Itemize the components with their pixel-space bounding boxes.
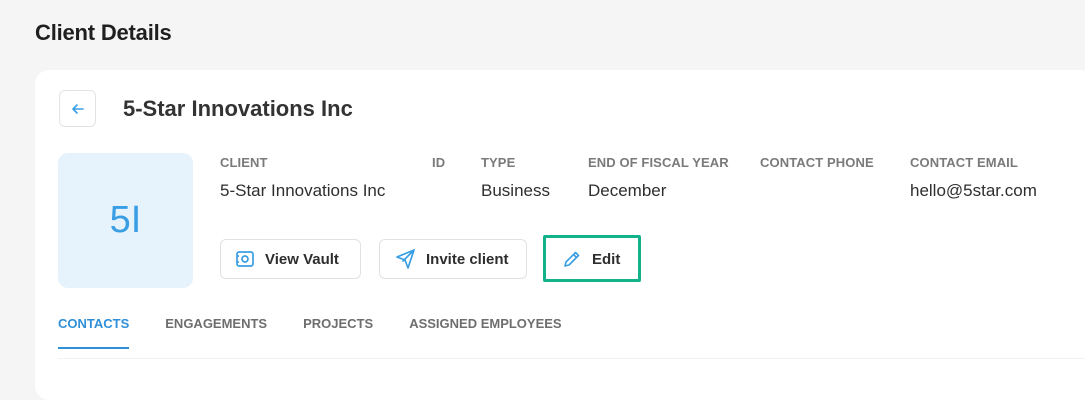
client-tabs: CONTACTS ENGAGEMENTS PROJECTS ASSIGNED E… <box>58 316 562 349</box>
field-label: CONTACT PHONE <box>760 155 874 170</box>
back-button[interactable] <box>59 90 96 127</box>
arrow-left-icon <box>71 103 84 114</box>
view-vault-label: View Vault <box>265 250 339 268</box>
client-avatar: 5I <box>58 153 193 288</box>
field-value: December <box>588 181 667 200</box>
tab-assigned-employees[interactable]: ASSIGNED EMPLOYEES <box>409 316 561 349</box>
field-label: END OF FISCAL YEAR <box>588 155 729 170</box>
send-icon <box>396 249 415 269</box>
invite-client-label: Invite client <box>426 250 509 268</box>
tab-projects[interactable]: PROJECTS <box>303 316 373 349</box>
field-label: CONTACT EMAIL <box>910 155 1018 170</box>
field-label: ID <box>432 155 446 170</box>
view-vault-button[interactable]: View Vault <box>220 239 361 279</box>
field-fiscal-year-end: END OF FISCAL YEAR December <box>588 155 729 201</box>
invite-client-button[interactable]: Invite client <box>379 239 527 279</box>
field-type: TYPE Business <box>481 155 550 201</box>
field-label: TYPE <box>481 155 516 170</box>
field-value: Business <box>481 181 550 200</box>
client-name-heading: 5-Star Innovations Inc <box>123 96 353 121</box>
edit-label: Edit <box>592 250 621 268</box>
tab-engagements[interactable]: ENGAGEMENTS <box>165 316 267 349</box>
vault-icon <box>236 251 254 267</box>
field-client: CLIENT 5-Star Innovations Inc <box>220 155 385 201</box>
tabs-divider <box>58 358 1085 359</box>
page-title: Client Details <box>35 20 172 45</box>
field-value: hello@5star.com <box>910 181 1037 200</box>
field-value: 5-Star Innovations Inc <box>220 181 386 200</box>
edit-button[interactable]: Edit <box>547 239 637 279</box>
field-contact-phone: CONTACT PHONE <box>760 155 874 181</box>
pencil-icon <box>564 251 580 267</box>
client-card: 5-Star Innovations Inc 5I CLIENT 5-Star … <box>35 70 1085 400</box>
field-contact-email: CONTACT EMAIL hello@5star.com <box>910 155 1037 201</box>
field-label: CLIENT <box>220 155 268 170</box>
tab-contacts[interactable]: CONTACTS <box>58 316 130 349</box>
field-id: ID <box>432 155 445 181</box>
